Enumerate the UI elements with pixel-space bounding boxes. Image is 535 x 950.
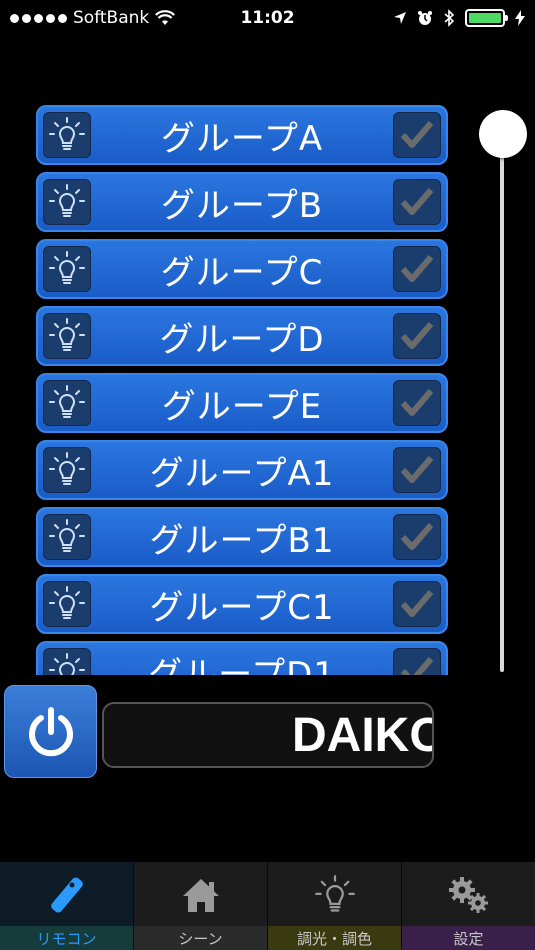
status-bar: SoftBank 11:02 bbox=[0, 0, 535, 36]
charging-bolt-icon bbox=[515, 10, 525, 26]
bulb-icon bbox=[49, 318, 85, 351]
display-text: DAIKO bbox=[292, 709, 434, 762]
group-button[interactable]: グループA1 bbox=[36, 440, 448, 500]
bulb-icon bbox=[49, 452, 85, 485]
group-bulb-toggle[interactable] bbox=[43, 648, 91, 675]
group-label: グループC1 bbox=[149, 587, 335, 628]
bulb-icon bbox=[49, 519, 85, 552]
tab-label: シーン bbox=[134, 926, 267, 950]
group-checkbox[interactable] bbox=[393, 648, 441, 675]
group-button[interactable]: グループE bbox=[36, 373, 448, 433]
group-bulb-toggle[interactable] bbox=[43, 514, 91, 560]
tab-bar: リモコン シーン 調光・調色 設定 bbox=[0, 862, 535, 950]
checkmark-icon bbox=[400, 523, 434, 550]
group-label: グループE bbox=[161, 386, 323, 427]
signal-strength-icon bbox=[10, 13, 67, 23]
checkmark-icon bbox=[400, 389, 434, 416]
group-button[interactable]: グループA bbox=[36, 105, 448, 165]
gears-icon bbox=[402, 870, 535, 920]
status-right bbox=[393, 0, 525, 36]
power-button[interactable] bbox=[4, 685, 97, 778]
house-icon bbox=[134, 870, 267, 920]
power-icon bbox=[28, 706, 73, 756]
group-label: グループA bbox=[160, 118, 324, 159]
checkmark-icon bbox=[400, 322, 434, 349]
tab-label: 設定 bbox=[402, 926, 535, 950]
group-label: グループD1 bbox=[148, 654, 336, 676]
group-button[interactable]: グループB1 bbox=[36, 507, 448, 567]
bulb-icon bbox=[49, 184, 85, 217]
remote-icon bbox=[0, 870, 133, 920]
tab-label: リモコン bbox=[0, 926, 133, 950]
group-label: グループA1 bbox=[149, 453, 335, 494]
group-button[interactable]: グループD1 bbox=[36, 641, 448, 675]
checkmark-icon bbox=[400, 121, 434, 148]
group-bulb-toggle[interactable] bbox=[43, 447, 91, 493]
group-label: グループC bbox=[160, 252, 324, 293]
status-left: SoftBank bbox=[10, 8, 210, 28]
group-bulb-toggle[interactable] bbox=[43, 581, 91, 627]
tab-remocon[interactable]: リモコン bbox=[0, 862, 134, 950]
group-list[interactable]: グループA グループB グループC グループD グループE グループA1 グルー… bbox=[36, 105, 448, 675]
group-checkbox[interactable] bbox=[393, 514, 441, 560]
bulb-icon bbox=[268, 870, 401, 920]
location-arrow-icon bbox=[394, 12, 406, 24]
group-checkbox[interactable] bbox=[393, 447, 441, 493]
tab-dimming[interactable]: 調光・調色 bbox=[268, 862, 402, 950]
checkmark-icon bbox=[400, 590, 434, 617]
group-label: グループB1 bbox=[149, 520, 335, 561]
group-label: グループB bbox=[160, 185, 324, 226]
group-bulb-toggle[interactable] bbox=[43, 179, 91, 225]
group-button[interactable]: グループD bbox=[36, 306, 448, 366]
group-button[interactable]: グループB bbox=[36, 172, 448, 232]
battery-icon bbox=[465, 9, 508, 27]
tab-scene[interactable]: シーン bbox=[134, 862, 268, 950]
group-bulb-toggle[interactable] bbox=[43, 313, 91, 359]
checkmark-icon bbox=[400, 188, 434, 215]
bulb-icon bbox=[49, 117, 85, 150]
group-bulb-toggle[interactable] bbox=[43, 112, 91, 158]
group-checkbox[interactable] bbox=[393, 246, 441, 292]
bulb-icon bbox=[49, 653, 85, 675]
group-checkbox[interactable] bbox=[393, 313, 441, 359]
bulb-icon bbox=[49, 586, 85, 619]
bulb-icon bbox=[49, 385, 85, 418]
brightness-slider-track[interactable] bbox=[500, 132, 504, 672]
alarm-icon bbox=[418, 11, 432, 25]
group-bulb-toggle[interactable] bbox=[43, 246, 91, 292]
group-checkbox[interactable] bbox=[393, 112, 441, 158]
tab-settings[interactable]: 設定 bbox=[402, 862, 535, 950]
carrier-name: SoftBank bbox=[73, 8, 150, 28]
group-checkbox[interactable] bbox=[393, 380, 441, 426]
group-button[interactable]: グループC bbox=[36, 239, 448, 299]
group-checkbox[interactable] bbox=[393, 581, 441, 627]
tab-label: 調光・調色 bbox=[268, 926, 401, 950]
wifi-icon bbox=[155, 10, 176, 25]
display-panel: DAIKO bbox=[102, 702, 434, 768]
bluetooth-icon bbox=[444, 9, 455, 27]
checkmark-icon bbox=[400, 255, 434, 282]
checkmark-icon bbox=[400, 456, 434, 483]
group-bulb-toggle[interactable] bbox=[43, 380, 91, 426]
brightness-slider-knob[interactable] bbox=[479, 110, 527, 158]
checkmark-icon bbox=[400, 657, 434, 675]
bulb-icon bbox=[49, 251, 85, 284]
group-label: グループD bbox=[159, 319, 325, 360]
group-checkbox[interactable] bbox=[393, 179, 441, 225]
group-button[interactable]: グループC1 bbox=[36, 574, 448, 634]
